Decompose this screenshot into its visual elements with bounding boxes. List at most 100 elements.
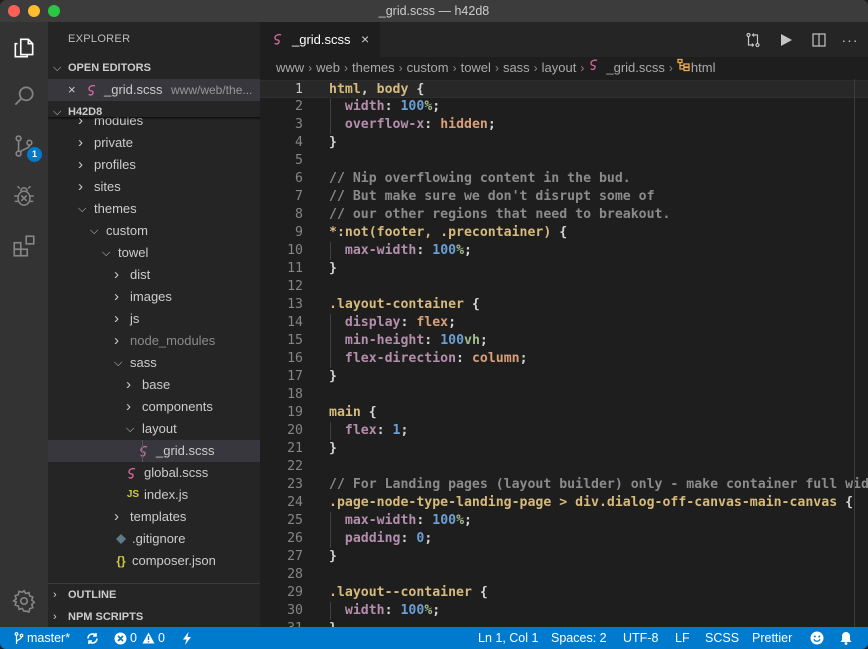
breadcrumb-separator: ›	[533, 61, 538, 75]
line-number: 7	[295, 189, 303, 204]
code-token: display	[344, 315, 401, 330]
play-icon	[781, 34, 792, 46]
close-tab-icon[interactable]: ×	[361, 22, 369, 57]
source-control-badge: 1	[27, 147, 42, 162]
line-number: 11	[287, 261, 303, 276]
outline-header[interactable]: › OUTLINE	[48, 584, 260, 606]
line-number: 28	[287, 567, 303, 582]
line-number: 23	[287, 477, 303, 492]
tree-file[interactable]: .gitignore	[48, 528, 260, 550]
tree-file[interactable]: _grid.scss	[48, 440, 260, 462]
tree-folder[interactable]: › private	[48, 132, 260, 154]
tab-grid-scss[interactable]: _grid.scss ×	[260, 22, 380, 57]
status-feedback[interactable]	[810, 627, 824, 649]
activity-extensions[interactable]	[0, 222, 48, 270]
breadcrumb-item[interactable]: layout	[542, 57, 577, 79]
status-branch[interactable]: master*	[14, 627, 70, 649]
tree-item-label: .gitignore	[132, 531, 186, 546]
activity-debug[interactable]	[0, 172, 48, 220]
code-line: 31}	[260, 620, 868, 627]
status-indentation[interactable]: Spaces: 2	[551, 627, 607, 649]
npm-scripts-header[interactable]: › NPM SCRIPTS	[48, 606, 260, 627]
tree-file[interactable]: JS index.js	[48, 484, 260, 506]
code-line: 15 min-height: 100vh;	[260, 332, 868, 350]
status-formatter[interactable]: Prettier	[752, 627, 792, 649]
breadcrumb-item[interactable]: www	[276, 57, 304, 79]
code-text: // our other regions that need to breako…	[329, 206, 670, 224]
activity-manage[interactable]	[0, 577, 48, 625]
split-editor-button[interactable]	[809, 30, 829, 50]
code-text: max-width: 100%;	[329, 242, 472, 260]
open-changes-button[interactable]	[743, 30, 763, 50]
editor-scrollbar[interactable]	[854, 79, 868, 627]
status-cursor-position[interactable]: Ln 1, Col 1	[478, 627, 538, 649]
code-token: overflow-x	[344, 117, 425, 132]
tree-file[interactable]: {} composer.json	[48, 550, 260, 572]
window-maximize-button[interactable]	[48, 5, 60, 17]
breadcrumb-item[interactable]: themes	[352, 57, 395, 79]
editor-area: _grid.scss × ··· www › web › themes › custom › t…	[260, 22, 868, 627]
open-editors-header[interactable]: ⌵ OPEN EDITORS	[48, 57, 260, 79]
breadcrumb-item[interactable]: sass	[503, 57, 530, 79]
status-eol[interactable]: LF	[675, 627, 690, 649]
status-live-share[interactable]	[182, 627, 192, 649]
code-token: 100	[400, 99, 425, 114]
close-editor-icon[interactable]: ×	[68, 79, 76, 101]
code-line: 13 .layout-container {	[260, 296, 868, 314]
code-token: :	[424, 117, 441, 132]
status-notifications[interactable]	[840, 627, 852, 649]
breadcrumb-item[interactable]: towel	[461, 57, 491, 79]
code-line: 25 max-width: 100%;	[260, 512, 868, 530]
status-problems[interactable]: 0 0	[114, 627, 165, 649]
tree-folder[interactable]: › js	[48, 308, 260, 330]
indent-guide	[330, 116, 331, 134]
tree-folder[interactable]: ⌵ sass	[48, 352, 260, 374]
tree-file[interactable]: global.scss	[48, 462, 260, 484]
tree-folder[interactable]: ⌵ layout	[48, 418, 260, 440]
tree-folder[interactable]: › profiles	[48, 154, 260, 176]
tree-folder[interactable]: ⌵ custom	[48, 220, 260, 242]
more-actions-button[interactable]: ···	[840, 30, 860, 50]
tree-folder[interactable]: › dist	[48, 264, 260, 286]
tree-folder[interactable]: › images	[48, 286, 260, 308]
code-token: max-width	[344, 513, 417, 528]
chevron-right-icon: ›	[114, 332, 119, 349]
tree-folder[interactable]: › templates	[48, 506, 260, 528]
activity-search[interactable]	[0, 72, 48, 120]
breadcrumb-item[interactable]: _grid.scss	[606, 57, 665, 79]
error-icon	[114, 632, 127, 644]
tree-scroll-shadow	[48, 117, 260, 120]
code-editor[interactable]: 1 html, body {2 width: 100%; 3 overflow-x:…	[260, 79, 868, 627]
tree-folder[interactable]: ⌵ towel	[48, 242, 260, 264]
tree-folder[interactable]: ⌵ themes	[48, 198, 260, 220]
chevron-right-icon: ›	[114, 266, 119, 283]
tree-item-label: js	[130, 311, 140, 326]
status-sync[interactable]	[86, 627, 99, 649]
status-language[interactable]: SCSS	[705, 627, 739, 649]
code-token: }	[329, 549, 337, 564]
breadcrumb-item[interactable]: web	[316, 57, 340, 79]
code-token: flex	[344, 423, 377, 438]
window-minimize-button[interactable]	[28, 5, 40, 17]
line-number: 15	[287, 333, 303, 348]
activity-explorer[interactable]	[0, 24, 48, 72]
activity-source-control[interactable]	[0, 122, 48, 170]
open-editor-item[interactable]: × _grid.scss www/web/the...	[48, 79, 260, 101]
status-encoding[interactable]: UTF-8	[623, 627, 658, 649]
tab-bar: _grid.scss × ···	[260, 22, 868, 57]
code-token: ;	[464, 243, 472, 258]
tree-folder[interactable]: › base	[48, 374, 260, 396]
tree-folder[interactable]: › sites	[48, 176, 260, 198]
run-button[interactable]	[776, 30, 796, 50]
breadcrumb-item[interactable]: html	[691, 57, 716, 79]
indent-guide	[330, 602, 331, 620]
window-close-button[interactable]	[8, 5, 20, 17]
code-line: 18	[260, 386, 868, 404]
code-token: 100	[432, 513, 457, 528]
tree-folder[interactable]: › components	[48, 396, 260, 418]
tree-folder[interactable]: › node_modules	[48, 330, 260, 352]
breadcrumb-item[interactable]: custom	[407, 57, 449, 79]
